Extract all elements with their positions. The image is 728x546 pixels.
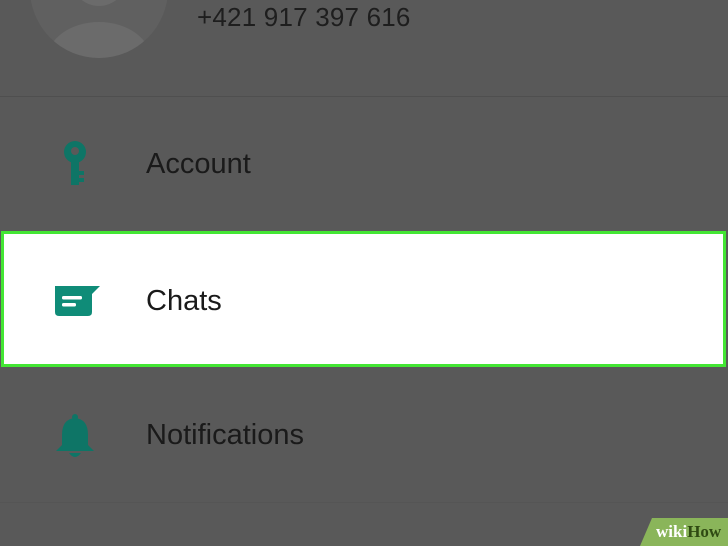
wikihow-watermark: wikiHow bbox=[640, 518, 728, 546]
bell-icon bbox=[56, 414, 94, 457]
default-avatar-icon bbox=[47, 0, 151, 58]
phone-number: +421 917 397 616 bbox=[197, 2, 411, 32]
divider bbox=[0, 502, 728, 503]
profile-header[interactable]: +421 917 397 616 bbox=[0, 0, 728, 97]
menu-item-notifications[interactable]: Notifications bbox=[0, 369, 728, 502]
menu-item-label: Notifications bbox=[146, 419, 304, 451]
chat-icon bbox=[55, 286, 100, 316]
watermark-text: wikiHow bbox=[656, 522, 721, 542]
menu-item-label: Chats bbox=[146, 285, 222, 317]
menu-item-label: Account bbox=[146, 148, 251, 180]
menu-item-account[interactable]: Account bbox=[0, 97, 728, 230]
watermark-suffix: How bbox=[687, 522, 722, 541]
avatar[interactable] bbox=[30, 0, 168, 58]
key-icon bbox=[64, 141, 86, 185]
menu-item-chats[interactable]: Chats bbox=[1, 231, 726, 367]
watermark-prefix: wiki bbox=[656, 522, 688, 541]
